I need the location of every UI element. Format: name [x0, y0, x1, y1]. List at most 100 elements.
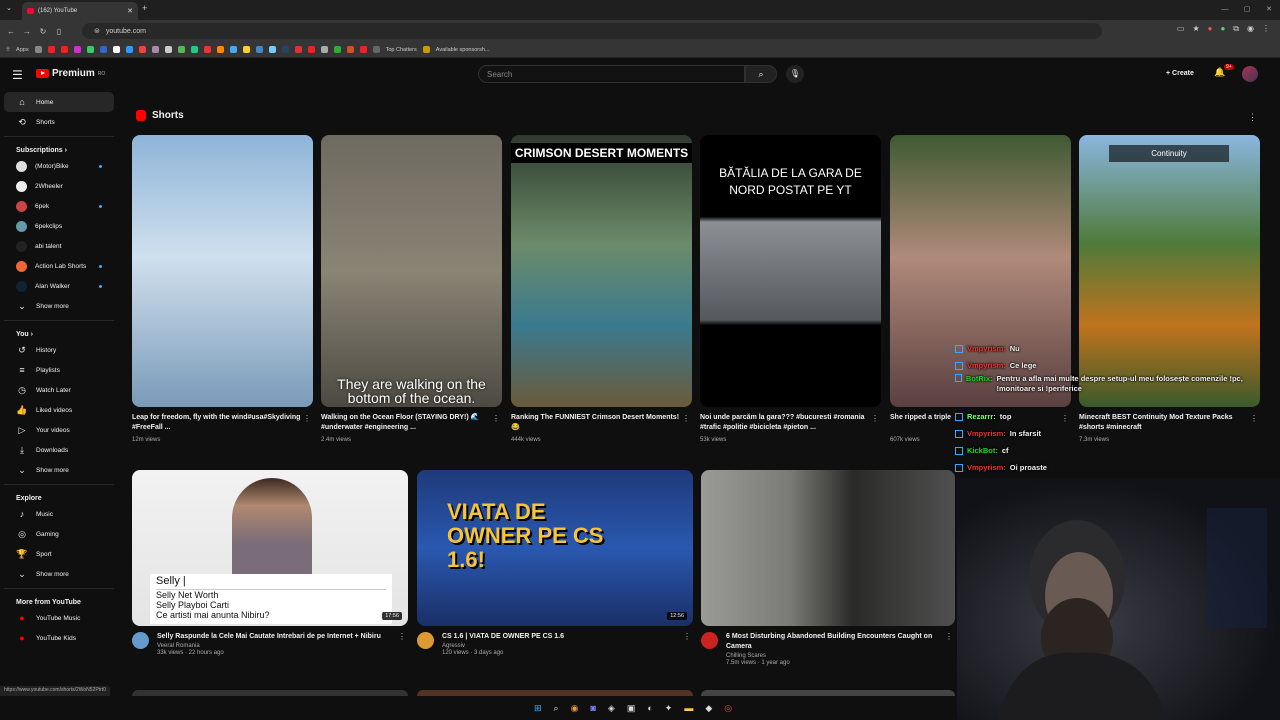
video-title[interactable]: CS 1.6 | VIATA DE OWNER PE CS 1.6: [442, 632, 576, 642]
bookmark-icon[interactable]: [281, 46, 289, 53]
create-button[interactable]: + Create: [1160, 66, 1200, 82]
bookmark-icon[interactable]: [255, 46, 263, 53]
short-title[interactable]: Walking on the Ocean Floor (STAYING DRY!…: [321, 413, 502, 435]
url-field[interactable]: ⊜ youtube.com: [82, 23, 1102, 39]
you-header[interactable]: You ›: [4, 320, 114, 340]
tab-search-icon[interactable]: ⌄: [6, 4, 12, 12]
short-more-icon[interactable]: ⋮: [682, 414, 690, 423]
bookmark-icon[interactable]: [216, 46, 224, 53]
next-row-thumbnail[interactable]: [132, 690, 408, 696]
forward-icon[interactable]: →: [22, 27, 32, 36]
sidebar-item-subscription[interactable]: abi talent: [4, 236, 114, 256]
sidebar-you-item[interactable]: ▷ Your videos: [4, 420, 114, 440]
bookmark-icon[interactable]: [203, 46, 211, 53]
taskbar-search-icon[interactable]: ⌕: [554, 703, 559, 714]
short-card[interactable]: BĂTĂLIA DE LA GARA DE NORD POSTAT PE YT N…: [700, 135, 881, 443]
bookmark-icon[interactable]: [242, 46, 250, 53]
video-more-icon[interactable]: ⋮: [683, 632, 691, 641]
app-taskbar-icon[interactable]: ◎: [724, 703, 732, 714]
close-tab-icon[interactable]: ✕: [127, 7, 133, 15]
bookmark-icon[interactable]: [229, 46, 237, 53]
bookmark-icon[interactable]: [34, 46, 42, 53]
video-title[interactable]: Selly Raspunde la Cele Mai Cautate Intre…: [157, 632, 393, 642]
chrome-taskbar-icon[interactable]: ◉: [571, 703, 579, 714]
sidebar-item-subscription[interactable]: 6pekclips: [4, 216, 114, 236]
bookmark-icon[interactable]: [86, 46, 94, 53]
video-channel[interactable]: Agressiv: [442, 643, 576, 649]
bookmark-icon[interactable]: [359, 46, 367, 53]
bookmark-icon[interactable]: [422, 46, 430, 53]
sidebar-item-subscription[interactable]: 6pek: [4, 196, 114, 216]
video-card[interactable]: VIATA DE OWNER PE CS 1.6! 12:56 CS 1.6 | V…: [417, 470, 693, 656]
subscriptions-header[interactable]: Subscriptions ›: [4, 136, 114, 156]
shelf-more-icon[interactable]: ⋮: [1248, 112, 1257, 123]
bookmark-star-icon[interactable]: ★: [1192, 24, 1199, 34]
video-card[interactable]: 6 Most Disturbing Abandoned Building Enc…: [701, 470, 955, 666]
search-input[interactable]: Search: [478, 65, 745, 83]
short-title[interactable]: Ranking The FUNNIEST Crimson Desert Mome…: [511, 413, 692, 435]
video-thumbnail[interactable]: Selly | Selly Net Worth Selly Playboi Cart…: [132, 470, 408, 626]
video-more-icon[interactable]: ⋮: [398, 632, 406, 641]
bookmark-icon[interactable]: [177, 46, 185, 53]
sidebar-item-shorts[interactable]: ⟲ Shorts: [4, 112, 114, 132]
back-icon[interactable]: ←: [6, 27, 16, 36]
sidebar-explore-item[interactable]: ◎ Gaming: [4, 524, 114, 544]
apps-grid-icon[interactable]: ⠿: [6, 47, 10, 53]
sidebar-you-item[interactable]: ↺ History: [4, 340, 114, 360]
sidebar-you-item[interactable]: ◷ Watch Later: [4, 380, 114, 400]
menu-hamburger-icon[interactable]: ☰: [12, 68, 23, 82]
sidebar-item-subscription[interactable]: Alan Walker: [4, 276, 114, 296]
app-taskbar-icon[interactable]: ◆: [705, 703, 712, 714]
explorer-taskbar-icon[interactable]: ▬: [684, 703, 693, 713]
sidebar-item-subscription[interactable]: (Motor)Bike: [4, 156, 114, 176]
account-avatar[interactable]: [1242, 66, 1258, 82]
video-more-icon[interactable]: ⋮: [945, 632, 953, 641]
bookmark-apps[interactable]: Apps: [16, 47, 29, 53]
sidebar-explore-item[interactable]: 🏆 Sport: [4, 544, 114, 564]
extension-icon[interactable]: ●: [1220, 24, 1225, 34]
channel-avatar[interactable]: [132, 632, 149, 649]
show-more-you[interactable]: ⌄ Show more: [4, 460, 114, 480]
short-more-icon[interactable]: ⋮: [871, 414, 879, 423]
bookmark-sponsorships[interactable]: Available sponsorsh...: [436, 47, 490, 53]
site-info-icon[interactable]: ⊜: [94, 27, 100, 35]
bookmark-icon[interactable]: [346, 46, 354, 53]
app-taskbar-icon[interactable]: ✦: [665, 703, 673, 714]
profile-icon[interactable]: ◉: [1247, 24, 1254, 34]
show-more-subscriptions[interactable]: ⌄ Show more: [4, 296, 114, 316]
reload-icon[interactable]: ↻: [38, 27, 48, 36]
short-title[interactable]: Leap for freedom, fly with the wind#usa#…: [132, 413, 313, 435]
app-taskbar-icon[interactable]: ▣: [627, 703, 636, 714]
short-more-icon[interactable]: ⋮: [492, 414, 500, 423]
video-card[interactable]: Selly | Selly Net Worth Selly Playboi Cart…: [132, 470, 408, 656]
browser-tab-youtube[interactable]: (162) YouTube ✕: [22, 2, 138, 20]
bookmark-icon[interactable]: [138, 46, 146, 53]
bookmark-icon[interactable]: [307, 46, 315, 53]
bookmark-icon[interactable]: [268, 46, 276, 53]
show-more-explore[interactable]: ⌄ Show more: [4, 564, 114, 584]
maximize-button[interactable]: ▢: [1236, 0, 1258, 20]
short-more-icon[interactable]: ⋮: [303, 414, 311, 423]
app-taskbar-icon[interactable]: ◐: [647, 703, 652, 713]
bookmark-icon[interactable]: [125, 46, 133, 53]
bookmark-icon[interactable]: [112, 46, 120, 53]
voice-search-icon[interactable]: 🎙: [786, 65, 804, 83]
sidebar-item-subscription[interactable]: Action Lab Shorts: [4, 256, 114, 276]
video-title[interactable]: 6 Most Disturbing Abandoned Building Enc…: [726, 632, 955, 652]
new-tab-button[interactable]: +: [142, 3, 147, 13]
short-thumbnail[interactable]: CRIMSON DESERT MOMENTS: [511, 135, 692, 407]
sidebar-item-home[interactable]: ⌂ Home: [4, 92, 114, 112]
video-channel[interactable]: Veeral Romania: [157, 643, 393, 649]
youtube-logo[interactable]: Premium RO: [36, 68, 105, 79]
short-thumbnail[interactable]: They are walking on the bottom of the oc…: [321, 135, 502, 407]
minimize-button[interactable]: —: [1214, 0, 1236, 20]
bookmark-icon[interactable]: [190, 46, 198, 53]
discord-taskbar-icon[interactable]: ◙: [590, 703, 595, 713]
short-card[interactable]: Leap for freedom, fly with the wind#usa#…: [132, 135, 313, 443]
channel-avatar[interactable]: [417, 632, 434, 649]
globe-icon[interactable]: [372, 46, 380, 53]
sidebar-you-item[interactable]: ⤓ Downloads: [4, 440, 114, 460]
short-thumbnail[interactable]: BĂTĂLIA DE LA GARA DE NORD POSTAT PE YT: [700, 135, 881, 407]
bookmark-icon[interactable]: [320, 46, 328, 53]
short-thumbnail[interactable]: [132, 135, 313, 407]
